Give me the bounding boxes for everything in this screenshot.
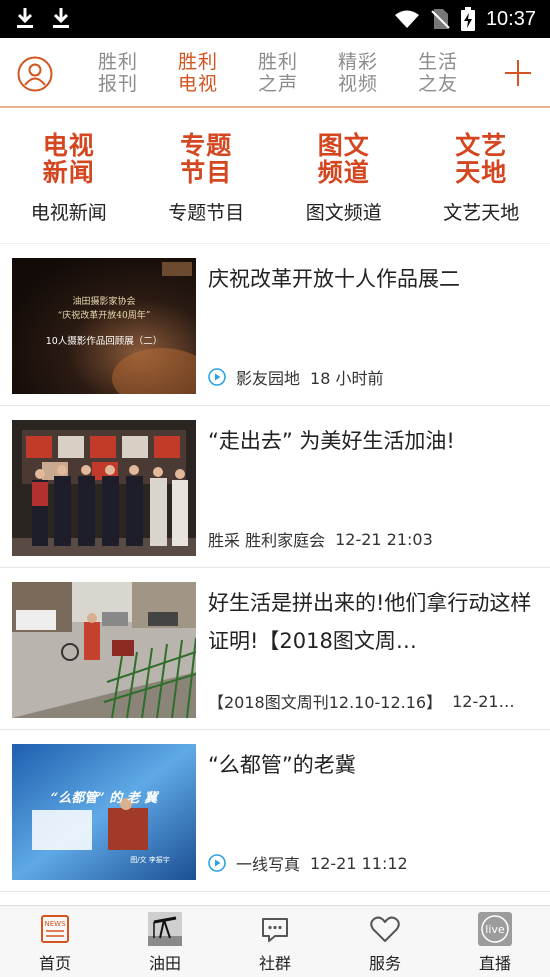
channel-tabs: 胜利 报刊 胜利 电视 胜利 之声 精彩 视频 生活 之友 xyxy=(78,38,478,108)
news-time: 18 小时前 xyxy=(310,369,384,388)
tab-label: 生活 之友 xyxy=(417,51,458,95)
news-title: 庆祝改革开放十人作品展二 xyxy=(208,267,460,291)
chat-icon xyxy=(262,918,288,942)
category-label: 文艺天地 xyxy=(443,202,520,224)
tab-shengli-voice[interactable]: 胜利 之声 xyxy=(238,38,318,108)
nav-home[interactable]: NEWS 首页 xyxy=(0,906,110,977)
category-label: 专题节目 xyxy=(168,202,245,224)
news-meta: 一线写真 12-21 11:12 xyxy=(208,851,538,875)
news-title: “么都管”的老冀 xyxy=(208,753,356,777)
nav-label: 首页 xyxy=(38,954,71,973)
news-thumbnail xyxy=(12,420,196,556)
news-title: 好生活是拼出来的!他们拿行动这样证明!【2018图文周… xyxy=(208,591,532,653)
news-time: 12-21… xyxy=(452,691,515,711)
news-source: 【2018图文周刊12.10-12.16】 xyxy=(208,693,443,712)
svg-text:NEWS: NEWS xyxy=(44,920,66,928)
tab-label: 胜利 之声 xyxy=(257,51,298,95)
news-meta: 影友园地 18 小时前 xyxy=(208,365,538,389)
heart-icon xyxy=(370,916,400,942)
nav-community[interactable]: 社群 xyxy=(220,906,330,977)
channel-bar: 胜利 报刊 胜利 电视 胜利 之声 精彩 视频 生活 之友 xyxy=(0,38,550,108)
category-logo: 专题 节目 xyxy=(180,131,233,187)
nav-oilfield[interactable]: 油田 xyxy=(110,906,220,977)
news-item[interactable]: “走出去” 为美好生活加油! 胜采 胜利家庭会 12-21 21:03 xyxy=(0,406,550,568)
svg-text:live: live xyxy=(485,923,505,936)
thumbnail-text: “么都管” 的 老 冀 xyxy=(51,790,160,806)
nav-label: 直播 xyxy=(478,954,511,973)
category-tv-news[interactable]: 电视 新闻 电视新闻 xyxy=(0,108,138,243)
battery-charging-icon xyxy=(460,7,475,31)
thumbnail-text: 油田摄影家协会 xyxy=(72,295,135,307)
oil-pump-icon xyxy=(148,912,182,946)
nav-service[interactable]: 服务 xyxy=(330,906,440,977)
category-logo: 图文 频道 xyxy=(317,131,370,187)
tab-shengli-tv[interactable]: 胜利 电视 xyxy=(158,38,238,108)
news-thumbnail xyxy=(12,582,196,718)
tab-label: 胜利 电视 xyxy=(177,51,218,95)
video-play-icon xyxy=(208,368,226,386)
news-item[interactable]: 油田摄影家协会 “庆祝改革开放40周年” 10人摄影作品回顾展（二） 庆祝改革开… xyxy=(0,244,550,406)
category-photo-channel[interactable]: 图文 频道 图文频道 xyxy=(275,108,413,243)
news-thumbnail: 油田摄影家协会 “庆祝改革开放40周年” 10人摄影作品回顾展（二） xyxy=(12,258,196,394)
news-list: 油田摄影家协会 “庆祝改革开放40周年” 10人摄影作品回顾展（二） 庆祝改革开… xyxy=(0,244,550,892)
download-icon xyxy=(53,8,69,28)
no-sim-icon xyxy=(431,9,450,29)
tab-label: 胜利 报刊 xyxy=(97,51,138,95)
category-logo: 电视 新闻 xyxy=(42,131,95,187)
news-time: 12-21 11:12 xyxy=(310,853,408,873)
news-source: 一线写真 xyxy=(236,855,301,874)
category-arts[interactable]: 文艺 天地 文艺天地 xyxy=(413,108,550,243)
nav-label: 油田 xyxy=(148,954,181,973)
thumbnail-text: 10人摄影作品回顾展（二） xyxy=(46,335,163,347)
news-meta: 【2018图文周刊12.10-12.16】 12-21… xyxy=(208,689,538,713)
wifi-icon xyxy=(394,10,419,28)
category-label: 电视新闻 xyxy=(30,202,107,224)
live-icon: live xyxy=(478,912,512,946)
status-bar: 10:37 xyxy=(0,0,550,38)
nav-label: 社群 xyxy=(258,954,291,973)
user-profile-icon[interactable] xyxy=(17,56,53,92)
add-channel-icon[interactable] xyxy=(504,59,532,87)
news-item[interactable]: 好生活是拼出来的!他们拿行动这样证明!【2018图文周… 【2018图文周刊12… xyxy=(0,568,550,730)
nav-label: 服务 xyxy=(368,954,401,973)
clock: 10:37 xyxy=(485,7,536,30)
nav-live[interactable]: live 直播 xyxy=(440,906,550,977)
news-item[interactable]: “么都管” 的 老 冀 图/文 李振宇 “么都管”的老冀 一线写真 12-21 … xyxy=(0,730,550,892)
news-title: “走出去” 为美好生活加油! xyxy=(208,429,455,453)
category-grid: 电视 新闻 电视新闻 专题 节目 专题节目 图文 频道 图文频道 文艺 天地 文… xyxy=(0,108,550,244)
news-source: 胜采 胜利家庭会 xyxy=(208,531,326,550)
thumbnail-text: “庆祝改革开放40周年” xyxy=(58,309,151,321)
news-icon: NEWS xyxy=(41,915,69,943)
news-source: 影友园地 xyxy=(236,369,301,388)
category-special-program[interactable]: 专题 节目 专题节目 xyxy=(138,108,276,243)
video-play-icon xyxy=(208,854,226,872)
bottom-navigation: NEWS 首页 油田 社群 服务 live 直播 xyxy=(0,905,550,977)
news-time: 12-21 21:03 xyxy=(335,529,433,549)
tab-shengli-newspaper[interactable]: 胜利 报刊 xyxy=(78,38,158,108)
tab-featured-video[interactable]: 精彩 视频 xyxy=(318,38,398,108)
tab-label: 精彩 视频 xyxy=(337,51,378,95)
tab-life-friend[interactable]: 生活 之友 xyxy=(398,38,478,108)
download-icon xyxy=(17,8,33,28)
news-thumbnail: “么都管” 的 老 冀 图/文 李振宇 xyxy=(12,744,196,880)
category-label: 图文频道 xyxy=(305,202,382,224)
news-meta: 胜采 胜利家庭会 12-21 21:03 xyxy=(208,527,538,551)
category-logo: 文艺 天地 xyxy=(455,131,508,187)
thumbnail-text: 图/文 李振宇 xyxy=(130,855,170,864)
